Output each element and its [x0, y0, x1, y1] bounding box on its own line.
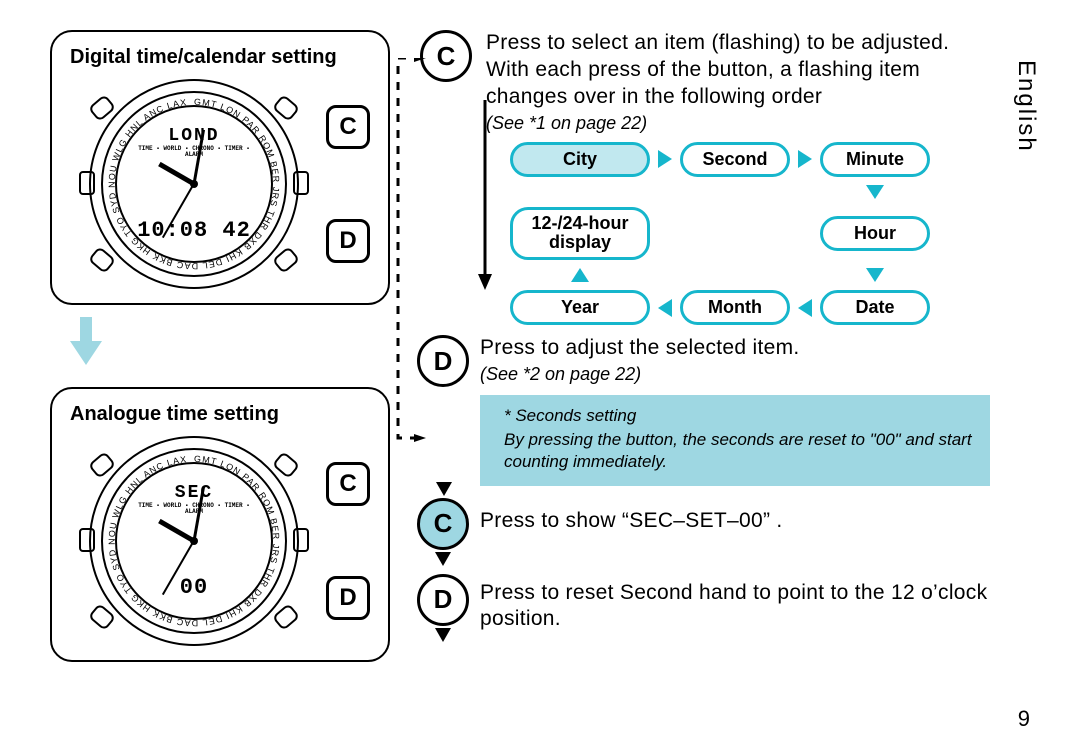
- language-tab: English: [1012, 60, 1040, 153]
- long-arrow-down-icon: [478, 100, 492, 290]
- triangle-down-icon: [436, 482, 452, 496]
- lcd-main: 00: [180, 575, 208, 600]
- left-column: Digital time/calendar setting GMT LON PA…: [50, 30, 390, 662]
- triangle-down-icon: [435, 552, 451, 566]
- arrow-down-icon: [866, 185, 884, 199]
- arrow-right-icon: [798, 150, 812, 168]
- step-d-note: (See *2 on page 22): [480, 364, 800, 385]
- lcd-main: 10:08 42: [137, 218, 251, 243]
- step-d-text: Press to adjust the selected item.: [480, 335, 800, 362]
- button-d-indicator: D: [326, 219, 370, 263]
- hint-title: * Seconds setting: [504, 405, 974, 427]
- arrow-up-icon: [571, 268, 589, 282]
- arrow-down-icon: [70, 317, 102, 365]
- analogue-title: Analogue time setting: [70, 403, 370, 426]
- pill-date: Date: [820, 290, 930, 325]
- arrow-left-icon: [658, 299, 672, 317]
- button-c-indicator: C: [326, 462, 370, 506]
- step-c-note: (See *1 on page 22): [486, 113, 990, 134]
- watch-digital: GMT LON PAR ROM BER JRS THR DXB KHI DEL …: [89, 79, 299, 289]
- step-c2-text: Press to show “SEC–SET–00” .: [480, 498, 783, 535]
- button-c-indicator: C: [326, 105, 370, 149]
- page-number: 9: [1018, 706, 1030, 732]
- pill-city: City: [510, 142, 650, 177]
- dashed-connector-icon: [392, 58, 432, 478]
- button-d-indicator: D: [326, 576, 370, 620]
- watch-analogue: GMT LON PAR ROM BER JRS THR DXB KHI DEL …: [89, 436, 299, 646]
- step-c2-button-icon: C: [417, 498, 469, 550]
- pill-hour: Hour: [820, 216, 930, 251]
- digital-title: Digital time/calendar setting: [70, 46, 370, 69]
- digital-setting-box: Digital time/calendar setting GMT LON PA…: [50, 30, 390, 305]
- triangle-down-icon: [435, 628, 451, 642]
- page: English 9 Digital time/calendar setting …: [0, 0, 1080, 752]
- arrow-left-icon: [798, 299, 812, 317]
- pill-minute: Minute: [820, 142, 930, 177]
- setting-order-flow: City Second Minute 12-/24-hour display H…: [510, 142, 990, 326]
- analogue-setting-box: Analogue time setting GMT LON PAR ROM BE…: [50, 387, 390, 662]
- step-d2-button-icon: D: [417, 574, 469, 626]
- right-column: C Press to select an item (flashing) to …: [420, 30, 990, 662]
- pill-year: Year: [510, 290, 650, 325]
- lcd-city: LONDTIME ▪ WORLD ▪ CHRONO ▪ TIMER ▪ ALAR…: [129, 127, 259, 158]
- pill-second: Second: [680, 142, 790, 177]
- step-d2-text: Press to reset Second hand to point to t…: [480, 574, 990, 634]
- pill-month: Month: [680, 290, 790, 325]
- step-c-text: Press to select an item (flashing) to be…: [486, 30, 990, 111]
- hint-body: By pressing the button, the seconds are …: [504, 430, 972, 471]
- arrow-right-icon: [658, 150, 672, 168]
- arrow-down-icon: [866, 268, 884, 282]
- pill-display: 12-/24-hour display: [510, 207, 650, 261]
- seconds-hint-box: * Seconds setting By pressing the button…: [480, 395, 990, 485]
- lcd-sec: SECTIME ▪ WORLD ▪ CHRONO ▪ TIMER ▪ ALARM: [129, 484, 259, 515]
